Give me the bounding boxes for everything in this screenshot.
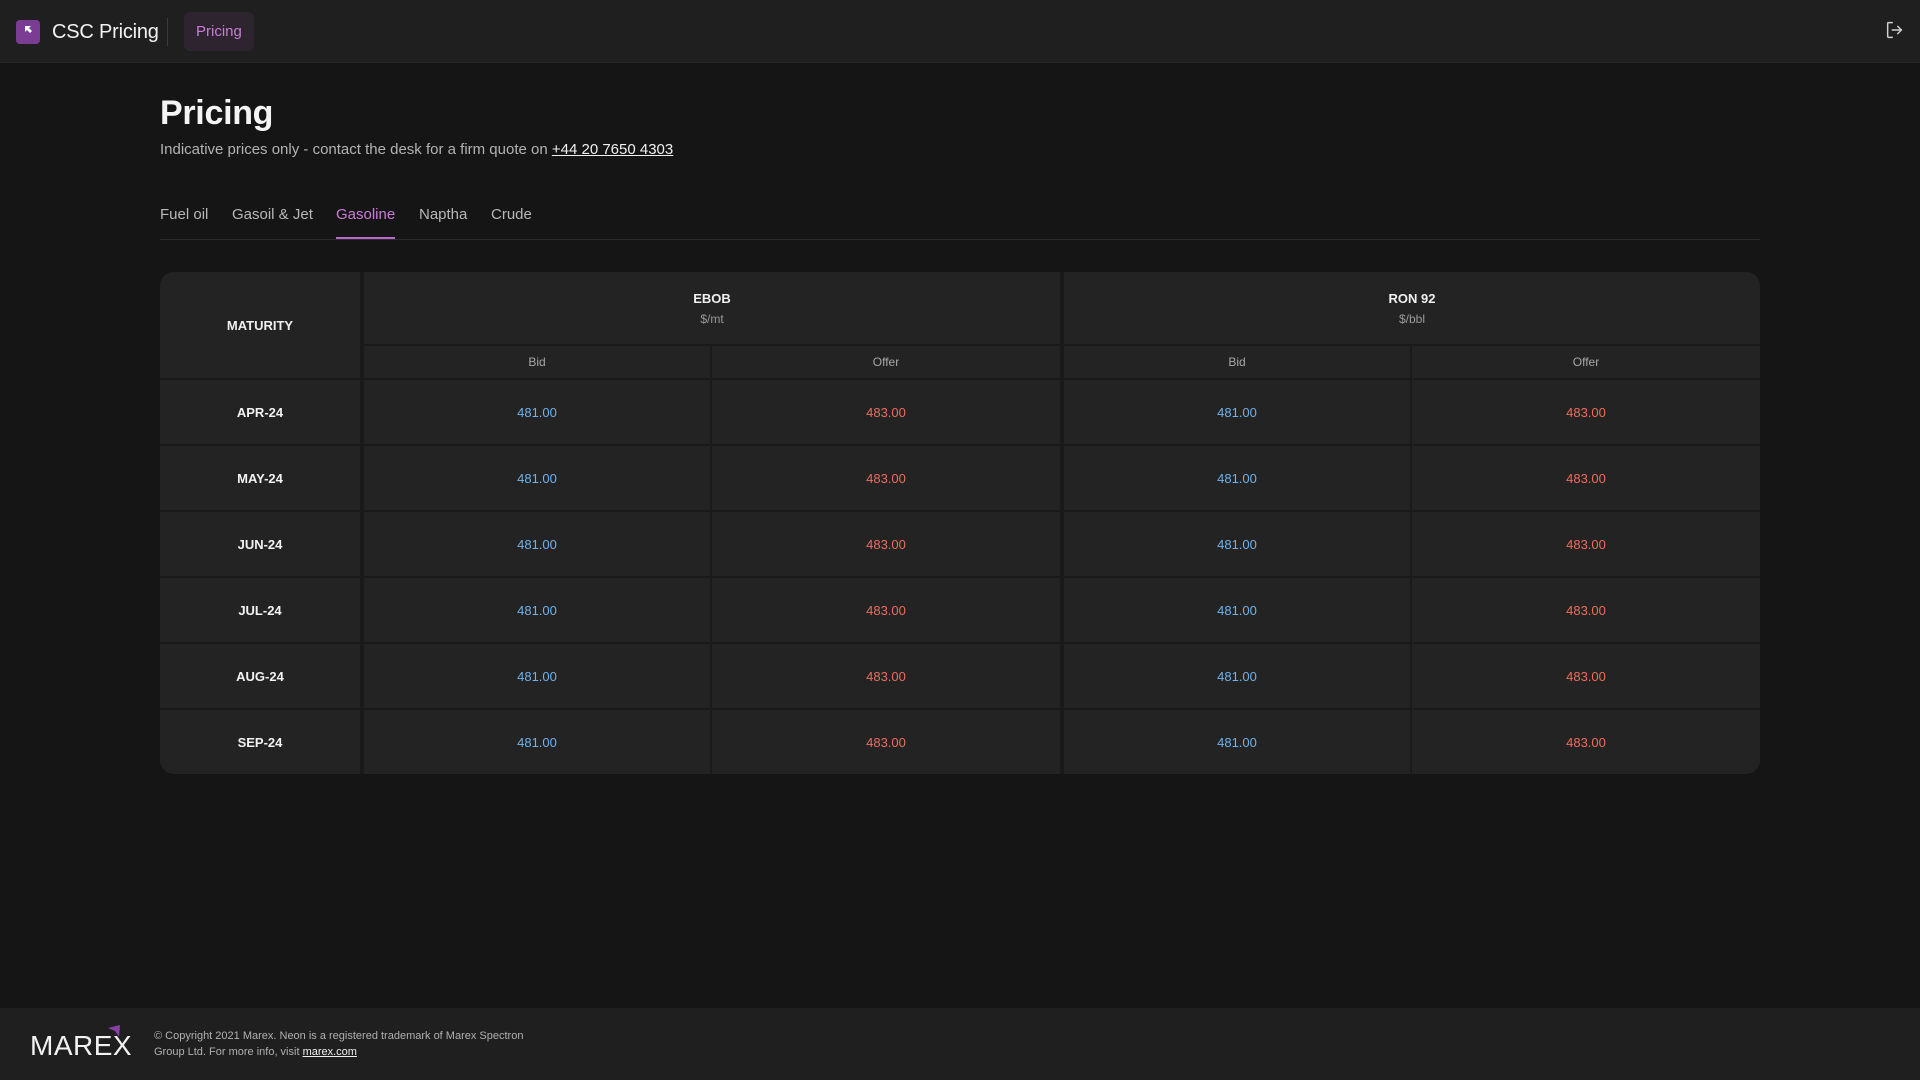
logout-button[interactable]: [1883, 20, 1907, 44]
group-header-ron92: RON 92 $/bbl: [1064, 272, 1760, 344]
tab-gasoline[interactable]: Gasoline: [336, 206, 396, 239]
ron92-bid-cell[interactable]: 481.00: [1064, 380, 1410, 444]
ebob-offer-cell[interactable]: 483.00: [712, 710, 1060, 774]
ron92-offer-cell[interactable]: 483.00: [1412, 380, 1760, 444]
ebob-offer-cell[interactable]: 483.00: [712, 644, 1060, 708]
marex-link[interactable]: marex.com: [303, 1046, 357, 1058]
ron92-bid-cell[interactable]: 481.00: [1064, 446, 1410, 510]
column-header-ron92-offer: Offer: [1412, 346, 1760, 378]
group-unit: $/mt: [700, 311, 724, 326]
subtitle-text: Indicative prices only - contact the des…: [160, 141, 552, 158]
pricing-table: MATURITY EBOB $/mt RON 92 $/bbl Bid Offe…: [160, 272, 1760, 774]
product-tabs: Fuel oil Gasoil & Jet Gasoline Naptha Cr…: [160, 196, 1760, 240]
group-name: RON 92: [1388, 290, 1436, 306]
ebob-offer-cell[interactable]: 483.00: [712, 512, 1060, 576]
ron92-offer-cell[interactable]: 483.00: [1412, 644, 1760, 708]
ebob-offer-cell[interactable]: 483.00: [712, 446, 1060, 510]
arrow-up-left-icon: [22, 23, 34, 41]
tab-gasoil-jet[interactable]: Gasoil & Jet: [232, 206, 313, 239]
top-bar: CSC Pricing Pricing: [0, 0, 1920, 63]
tab-naptha[interactable]: Naptha: [419, 206, 467, 239]
ron92-bid-cell[interactable]: 481.00: [1064, 512, 1410, 576]
ebob-offer-cell[interactable]: 483.00: [712, 380, 1060, 444]
desk-phone-link[interactable]: +44 20 7650 4303: [552, 141, 673, 158]
column-header-ebob-bid: Bid: [364, 346, 710, 378]
footer: MAREX © Copyright 2021 Marex. Neon is a …: [0, 1008, 1920, 1080]
column-header-ron92-bid: Bid: [1064, 346, 1410, 378]
maturity-cell: JUL-24: [160, 578, 360, 642]
group-unit: $/bbl: [1398, 311, 1426, 326]
group-name: EBOB: [693, 290, 731, 306]
maturity-cell: SEP-24: [160, 710, 360, 774]
ebob-bid-cell[interactable]: 481.00: [364, 644, 710, 708]
header-divider: [167, 18, 168, 46]
ebob-bid-cell[interactable]: 481.00: [364, 512, 710, 576]
ebob-bid-cell[interactable]: 481.00: [364, 710, 710, 774]
tab-fuel-oil[interactable]: Fuel oil: [160, 206, 208, 239]
ron92-bid-cell[interactable]: 481.00: [1064, 578, 1410, 642]
ebob-bid-cell[interactable]: 481.00: [364, 578, 710, 642]
marex-mark-icon: [106, 1024, 122, 1040]
ron92-bid-cell[interactable]: 481.00: [1064, 710, 1410, 774]
maturity-cell: AUG-24: [160, 644, 360, 708]
page-title: Pricing: [160, 94, 274, 132]
maturity-cell: JUN-24: [160, 512, 360, 576]
ron92-offer-cell[interactable]: 483.00: [1412, 446, 1760, 510]
maturity-cell: APR-24: [160, 380, 360, 444]
ron92-offer-cell[interactable]: 483.00: [1412, 512, 1760, 576]
ebob-bid-cell[interactable]: 481.00: [364, 380, 710, 444]
app-logo[interactable]: [16, 20, 40, 44]
maturity-header: MATURITY: [160, 272, 360, 378]
ron92-offer-cell[interactable]: 483.00: [1412, 710, 1760, 774]
page-subtitle: Indicative prices only - contact the des…: [160, 141, 673, 158]
column-header-ebob-offer: Offer: [712, 346, 1060, 378]
logout-icon: [1884, 19, 1906, 46]
app-title: CSC Pricing: [52, 21, 159, 43]
maturity-cell: MAY-24: [160, 446, 360, 510]
ebob-offer-cell[interactable]: 483.00: [712, 578, 1060, 642]
tab-crude[interactable]: Crude: [491, 206, 532, 239]
ebob-bid-cell[interactable]: 481.00: [364, 446, 710, 510]
nav-item-pricing[interactable]: Pricing: [184, 12, 254, 51]
copyright-text: © Copyright 2021 Marex. Neon is a regist…: [154, 1028, 534, 1060]
ron92-bid-cell[interactable]: 481.00: [1064, 644, 1410, 708]
ron92-offer-cell[interactable]: 483.00: [1412, 578, 1760, 642]
group-header-ebob: EBOB $/mt: [364, 272, 1060, 344]
